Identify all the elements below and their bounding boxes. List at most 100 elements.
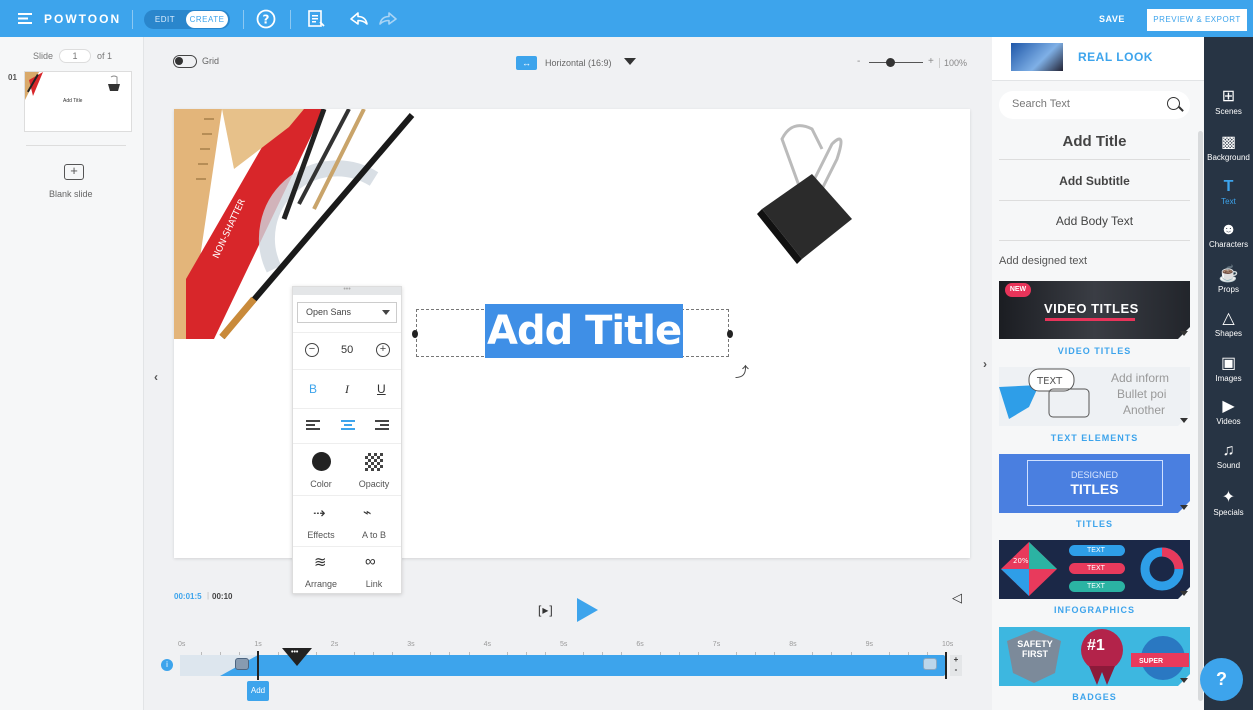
undo-icon[interactable] [349,9,369,29]
chevron-down-icon[interactable] [1180,678,1188,683]
divider [26,145,126,146]
rail-item-specials[interactable]: ✦ Specials [1204,488,1253,518]
link-button[interactable]: ∞ Link [347,547,401,595]
collapse-left-icon[interactable]: ‹ [154,370,158,384]
rail-item-characters[interactable]: ☻ Characters [1204,220,1253,250]
font-select[interactable]: Open Sans [297,302,397,323]
menu-icon[interactable] [18,13,32,24]
align-center-icon[interactable] [341,420,355,432]
titles-tile[interactable]: DESIGNED TITLES [999,454,1190,513]
drag-handle[interactable]: ••• [293,286,401,295]
rail-item-sound[interactable]: ♫ Sound [1204,441,1253,471]
rail-item-background[interactable]: ▩ Background [1204,133,1253,163]
a-to-b-button[interactable]: ⌁ A to B [347,496,401,547]
timeline-zoom-in[interactable]: + [950,655,962,665]
slide-thumbnail[interactable]: Add Title [24,71,132,132]
volume-icon[interactable]: ◁ [952,590,962,606]
color-opacity-row: Color Opacity [293,443,401,495]
playhead[interactable] [257,651,259,680]
library-header[interactable]: REAL LOOK [992,37,1228,81]
text-elements-tile[interactable]: TEXT Add inform Bullet poi Another [999,367,1190,426]
redo-icon[interactable] [378,9,398,29]
resize-handle-right[interactable] [727,330,733,338]
layers-icon: ≋ [314,554,327,571]
chevron-down-icon[interactable] [1180,331,1188,336]
text-icon: T [1223,178,1234,195]
background-icon: ▩ [1220,134,1237,151]
timeline-zoom[interactable]: + - [950,655,962,676]
preview-export-button[interactable]: PREVIEW & EXPORT [1147,9,1247,31]
badges-tile[interactable]: SAFETY FIRST #1 SUPER [999,627,1190,686]
timeline-end-marker[interactable] [945,652,947,679]
add-body-text-option[interactable]: Add Body Text [999,201,1190,241]
add-title-option[interactable]: Add Title [999,127,1190,160]
exit-animation-handle[interactable] [923,658,937,670]
binder-clip-image[interactable] [752,119,862,269]
underline-button[interactable]: U [377,382,386,396]
rail-item-scenes[interactable]: ⊞ Scenes [1204,87,1253,117]
aspect-ratio-icon[interactable]: ↔ [516,56,537,70]
chevron-down-icon[interactable] [1180,505,1188,510]
library-scrollbar[interactable] [1198,131,1203,701]
align-left-icon[interactable] [306,420,320,432]
add-subtitle-option[interactable]: Add Subtitle [999,160,1190,201]
slide-number-input[interactable]: 1 [59,49,92,63]
safety-badge-text: SAFETY FIRST [1017,639,1053,659]
title-text[interactable]: Add Title [485,304,684,358]
resize-handle-left[interactable] [412,330,418,338]
chevron-down-icon[interactable] [624,58,636,65]
mode-toggle[interactable]: EDIT CREATE [144,10,230,29]
search-input[interactable]: Search Text [999,91,1190,119]
blank-slide-button[interactable]: Blank slide [49,189,93,199]
timeline-zoom-out[interactable]: - [950,665,962,675]
bold-button[interactable]: B [309,382,317,396]
search-icon[interactable] [1167,97,1180,110]
color-button[interactable]: Color [294,444,348,496]
notes-icon[interactable] [306,9,326,29]
rail-item-videos[interactable]: ▶ Videos [1204,397,1253,427]
add-button[interactable]: Add [247,681,269,701]
play-scene-button[interactable]: [▸] [538,603,554,617]
zoom-out-button[interactable]: - [857,56,860,67]
play-icon[interactable] [577,598,598,622]
align-right-icon[interactable] [375,420,389,432]
title-textbox[interactable]: Add Title [412,304,733,358]
arrange-button[interactable]: ≋ Arrange [294,547,348,595]
increase-size-icon[interactable]: + [376,343,390,357]
collapse-right-icon[interactable]: › [983,357,987,371]
grid-toggle[interactable] [173,55,197,68]
save-button[interactable]: SAVE [1099,14,1125,24]
opacity-button[interactable]: Opacity [347,444,401,496]
italic-button[interactable]: I [345,382,349,397]
rail-item-shapes[interactable]: △ Shapes [1204,309,1253,339]
video-titles-tile[interactable]: NEW VIDEO TITLES [999,281,1190,339]
library-style-name[interactable]: REAL LOOK [1078,50,1153,64]
zoom-slider-handle[interactable] [886,58,895,67]
chevron-down-icon[interactable] [1180,591,1188,596]
decrease-size-icon[interactable]: − [305,343,319,357]
mode-create[interactable]: CREATE [186,11,228,28]
chevron-down-icon[interactable] [382,310,390,315]
chevron-down-icon[interactable] [1180,418,1188,423]
rail-item-text[interactable]: T Text [1204,177,1253,207]
infographics-tile[interactable]: 20% TEXT TEXT TEXT [999,540,1190,599]
rail-item-props[interactable]: ☕ Props [1204,265,1253,295]
help-button[interactable]: ? [1200,658,1243,701]
video-titles-art: VIDEO TITLES [1044,301,1139,316]
info-row-1: TEXT [1069,545,1125,556]
info-icon[interactable]: i [161,659,173,671]
powtoon-logo[interactable]: POWTOON [44,12,121,26]
thumb-title: Add Title [63,98,83,104]
effects-button[interactable]: ⇢ Effects [294,496,348,547]
add-slide-icon[interactable]: + [64,164,84,180]
super-badge-text: SUPER [1139,658,1164,665]
mode-edit[interactable]: EDIT [144,15,186,24]
rail-item-images[interactable]: ▣ Images [1204,354,1253,384]
aspect-ratio-select[interactable]: Horizontal (16:9) [545,58,612,68]
enter-animation-handle[interactable] [235,658,249,670]
zoom-in-button[interactable]: + [928,56,934,67]
help-circle-icon[interactable]: ? [256,9,276,29]
rotate-icon[interactable]: ⤴ [735,362,749,382]
zoom-slider[interactable] [869,62,923,63]
font-size-value[interactable]: 50 [341,344,353,356]
